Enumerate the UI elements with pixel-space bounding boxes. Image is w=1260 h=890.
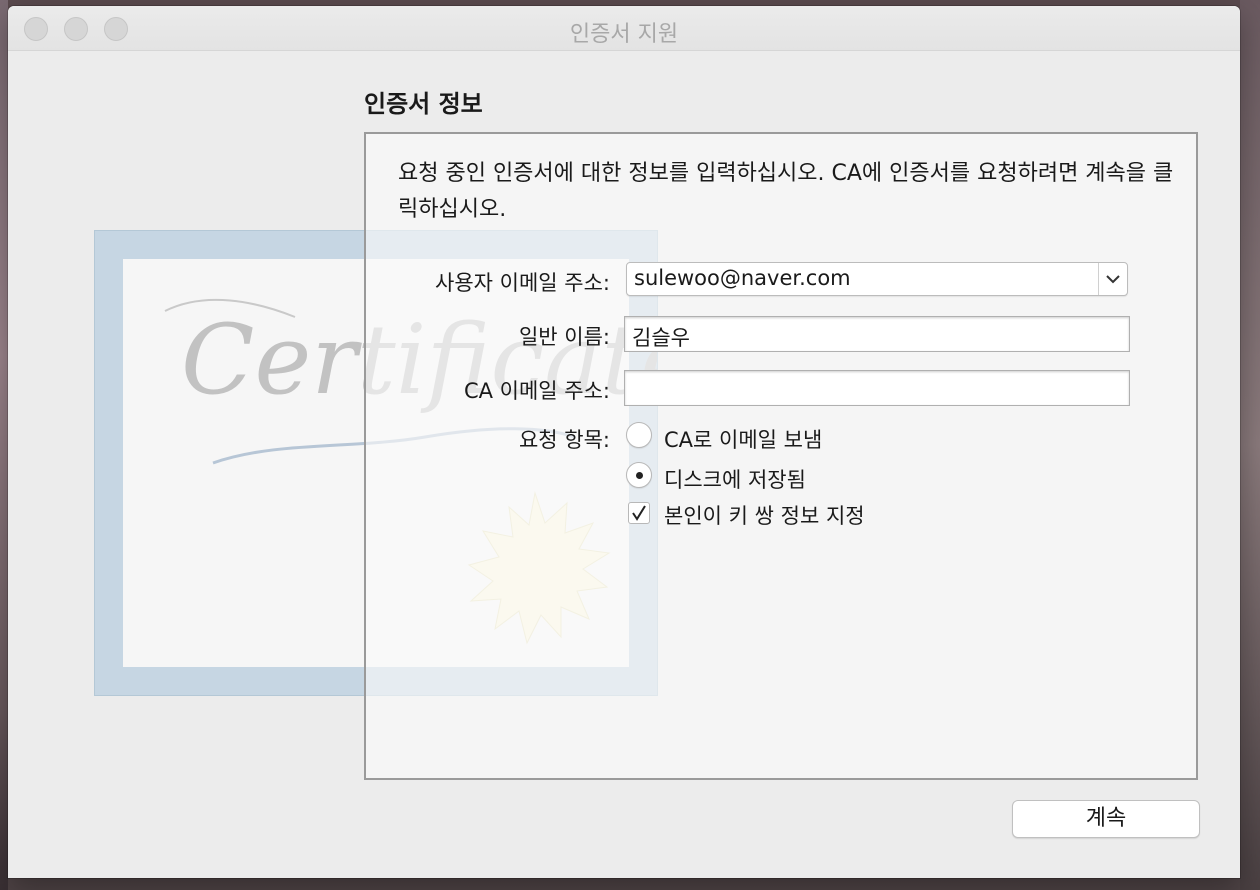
radio-email-ca-label[interactable]: CA로 이메일 보냄 bbox=[664, 424, 822, 454]
desktop-background-left bbox=[0, 0, 8, 890]
checkmark-icon bbox=[632, 505, 646, 521]
email-combobox[interactable]: sulewoo@naver.com bbox=[626, 262, 1128, 296]
radio-email-ca[interactable] bbox=[626, 422, 652, 448]
radio-save-disk[interactable] bbox=[626, 462, 652, 488]
email-value[interactable]: sulewoo@naver.com bbox=[634, 266, 851, 290]
section-title: 인증서 정보 bbox=[364, 90, 483, 118]
email-dropdown-button[interactable] bbox=[1098, 263, 1127, 295]
info-panel: 요청 중인 인증서에 대한 정보를 입력하십시오. CA에 인증서를 요청하려면… bbox=[364, 132, 1198, 780]
chevron-down-icon bbox=[1106, 275, 1120, 284]
email-label: 사용자 이메일 주소: bbox=[435, 271, 610, 295]
certificate-assistant-window: 인증서 지원 인증서 정보 Certificate 요청 중인 인증서에 대한 … bbox=[8, 6, 1240, 878]
continue-button[interactable]: 계속 bbox=[1012, 800, 1200, 838]
radio-save-disk-label[interactable]: 디스크에 저장됨 bbox=[664, 464, 806, 494]
common-name-field[interactable]: 김슬우 bbox=[624, 316, 1130, 352]
keypair-checkbox[interactable] bbox=[628, 502, 650, 524]
request-label: 요청 항목: bbox=[518, 428, 610, 452]
titlebar: 인증서 지원 bbox=[8, 6, 1240, 51]
ca-email-field[interactable] bbox=[624, 370, 1130, 406]
keypair-checkbox-label[interactable]: 본인이 키 쌍 정보 지정 bbox=[664, 500, 865, 530]
desktop-background-right bbox=[1240, 0, 1260, 890]
ca-email-label: CA 이메일 주소: bbox=[463, 379, 610, 403]
window-title: 인증서 지원 bbox=[569, 22, 679, 47]
common-name-label: 일반 이름: bbox=[518, 325, 610, 349]
intro-text: 요청 중인 인증서에 대한 정보를 입력하십시오. CA에 인증서를 요청하려면… bbox=[398, 161, 1174, 222]
